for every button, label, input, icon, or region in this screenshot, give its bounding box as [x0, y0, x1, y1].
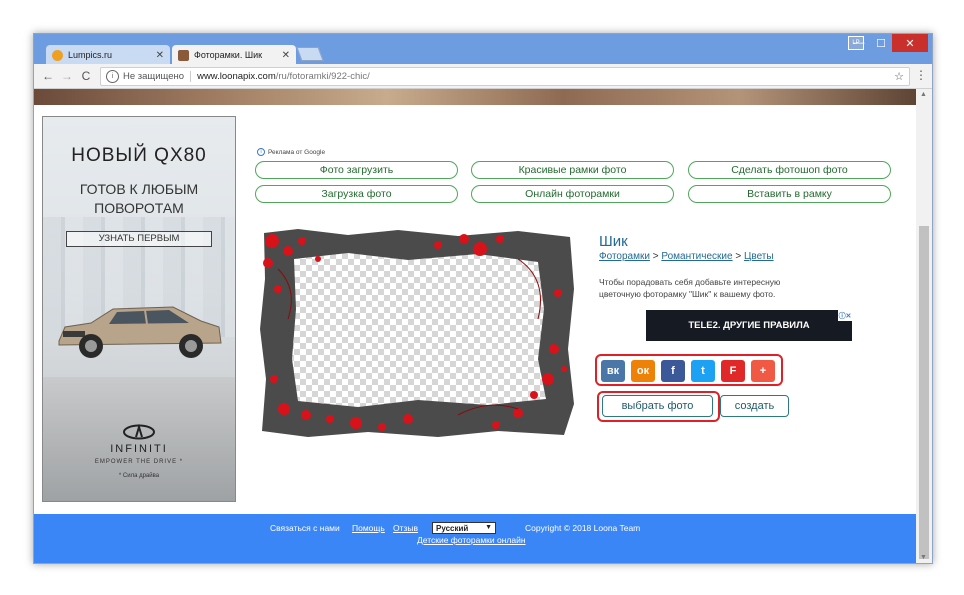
link-button-online-frames[interactable]: Онлайн фоторамки	[471, 185, 674, 203]
infiniti-ad-banner[interactable]: НОВЫЙ QX80 ГОТОВ К ЛЮБЫМ ПОВОРОТАМ УЗНАТ…	[42, 116, 236, 502]
link-button-photo-loading[interactable]: Загрузка фото	[255, 185, 458, 203]
loonapix-favicon-icon	[178, 49, 189, 61]
new-tab-button[interactable]	[296, 47, 324, 61]
share-twitter-icon[interactable]: t	[691, 360, 715, 382]
create-button[interactable]: создать	[720, 395, 789, 417]
footer-help-link[interactable]: Помощь	[352, 523, 385, 533]
link-button-insert-frame[interactable]: Вставить в рамку	[688, 185, 891, 203]
tab-title: Фоторамки. Шик	[194, 50, 263, 60]
browser-window: Lumpics.ru ✕ Фоторамки. Шик ✕ LP — ☐ ✕ ←…	[33, 33, 933, 564]
footer-kids-frames-link[interactable]: Детские фоторамки онлайн	[417, 535, 526, 545]
ad-headline: НОВЫЙ QX80	[71, 145, 207, 166]
frame-title: Шик	[599, 233, 628, 250]
tab-close-icon[interactable]: ✕	[282, 50, 290, 61]
ad-subheadline-line-2: ПОВОРОТАМ	[94, 200, 184, 216]
frame-description: Чтобы порадовать себя добавьте интересну…	[599, 277, 781, 299]
breadcrumb-romantic[interactable]: Романтические	[661, 251, 732, 262]
tab-lumpics[interactable]: Lumpics.ru ✕	[46, 45, 170, 65]
page-footer: Связаться с нами Помощь Отзыв Русский ▼ …	[34, 514, 916, 563]
reload-button[interactable]: C	[78, 68, 94, 84]
language-value: Русский	[436, 523, 469, 533]
info-icon[interactable]: i	[106, 70, 119, 83]
google-ads-label[interactable]: i Реклама от Google	[257, 148, 325, 156]
forward-button[interactable]: →	[59, 68, 75, 84]
browser-menu-icon[interactable]: ⋮	[915, 68, 927, 82]
suv-car-image	[58, 306, 222, 358]
share-vk-icon[interactable]: вк	[601, 360, 625, 382]
scroll-down-icon[interactable]: ▼	[920, 554, 927, 561]
footer-copyright: Copyright © 2018 Loona Team	[525, 523, 641, 533]
tab-fotoramki[interactable]: Фоторамки. Шик ✕	[172, 45, 296, 65]
browser-toolbar: ← → C i Не защищено www.loonapix.com /ru…	[34, 64, 932, 89]
google-ads-text: Реклама от Google	[268, 148, 326, 156]
tele2-ad-banner[interactable]: TELE2. ДРУГИЕ ПРАВИЛА ⓘ✕	[646, 310, 852, 341]
ad-cta-button[interactable]: УЗНАТЬ ПЕРВЫМ	[66, 231, 212, 247]
ad-info-icon: i	[257, 148, 265, 156]
bookmark-star-icon[interactable]: ☆	[894, 70, 904, 83]
address-host: www.loonapix.com	[197, 71, 276, 82]
share-ok-icon[interactable]: ок	[631, 360, 655, 382]
language-select[interactable]: Русский ▼	[432, 522, 496, 534]
maximize-button[interactable]: ☐	[870, 34, 892, 52]
infiniti-logo-icon	[43, 423, 235, 445]
breadcrumb-fotoramki[interactable]: Фоторамки	[599, 251, 650, 262]
title-bar: Lumpics.ru ✕ Фоторамки. Шик ✕ LP — ☐ ✕	[34, 34, 932, 65]
address-separator	[190, 71, 192, 82]
link-button-photoshop[interactable]: Сделать фотошоп фото	[688, 161, 891, 179]
ad-subheadline: ГОТОВ К ЛЮБЫМ ПОВОРОТАМ	[43, 180, 235, 218]
address-bar[interactable]: i Не защищено www.loonapix.com /ru/fotor…	[100, 67, 910, 86]
page-viewport: НОВЫЙ QX80 ГОТОВ К ЛЮБЫМ ПОВОРОТАМ УЗНАТ…	[34, 89, 916, 563]
footer-contact: Связаться с нами	[270, 523, 340, 533]
frame-preview-image	[260, 229, 574, 437]
scrollbar-thumb[interactable]	[919, 226, 929, 559]
footer-feedback-link[interactable]: Отзыв	[393, 523, 418, 533]
security-label: Не защищено	[123, 71, 185, 82]
minimize-button[interactable]: —	[848, 34, 870, 52]
choose-photo-button[interactable]: выбрать фото	[602, 395, 713, 417]
link-button-upload-photo[interactable]: Фото загрузить	[255, 161, 458, 179]
close-window-button[interactable]: ✕	[892, 34, 928, 52]
header-banner-image	[34, 89, 916, 105]
breadcrumb-flowers[interactable]: Цветы	[744, 251, 774, 262]
tab-close-icon[interactable]: ✕	[156, 50, 164, 61]
chevron-down-icon: ▼	[485, 524, 492, 531]
ad-subheadline-line-1: ГОТОВ К ЛЮБЫМ	[79, 181, 199, 197]
address-path: /ru/fotoramki/922-chic/	[275, 71, 370, 82]
lumpics-favicon-icon	[52, 49, 63, 61]
scroll-up-icon[interactable]: ▲	[920, 91, 927, 98]
tele2-ad-text: TELE2. ДРУГИЕ ПРАВИЛА	[688, 320, 810, 331]
page-scrollbar[interactable]: ▲ ▼	[916, 89, 932, 563]
share-facebook-icon[interactable]: f	[661, 360, 685, 382]
tab-title: Lumpics.ru	[68, 50, 113, 60]
ad-slogan: EMPOWER THE DRIVE *	[94, 459, 184, 465]
breadcrumb-separator: >	[735, 251, 742, 262]
share-flipboard-icon[interactable]: F	[721, 360, 745, 382]
breadcrumb-separator: >	[652, 251, 659, 262]
back-button[interactable]: ←	[40, 68, 56, 84]
ad-choices-icon[interactable]: ⓘ✕	[838, 310, 852, 321]
link-button-beautiful-frames[interactable]: Красивые рамки фото	[471, 161, 674, 179]
ad-brand: INFINITI	[110, 443, 168, 455]
ad-footnote: * Сила драйва	[118, 473, 160, 479]
breadcrumb: Фоторамки > Романтические > Цветы	[599, 251, 774, 262]
share-more-icon[interactable]: +	[751, 360, 775, 382]
